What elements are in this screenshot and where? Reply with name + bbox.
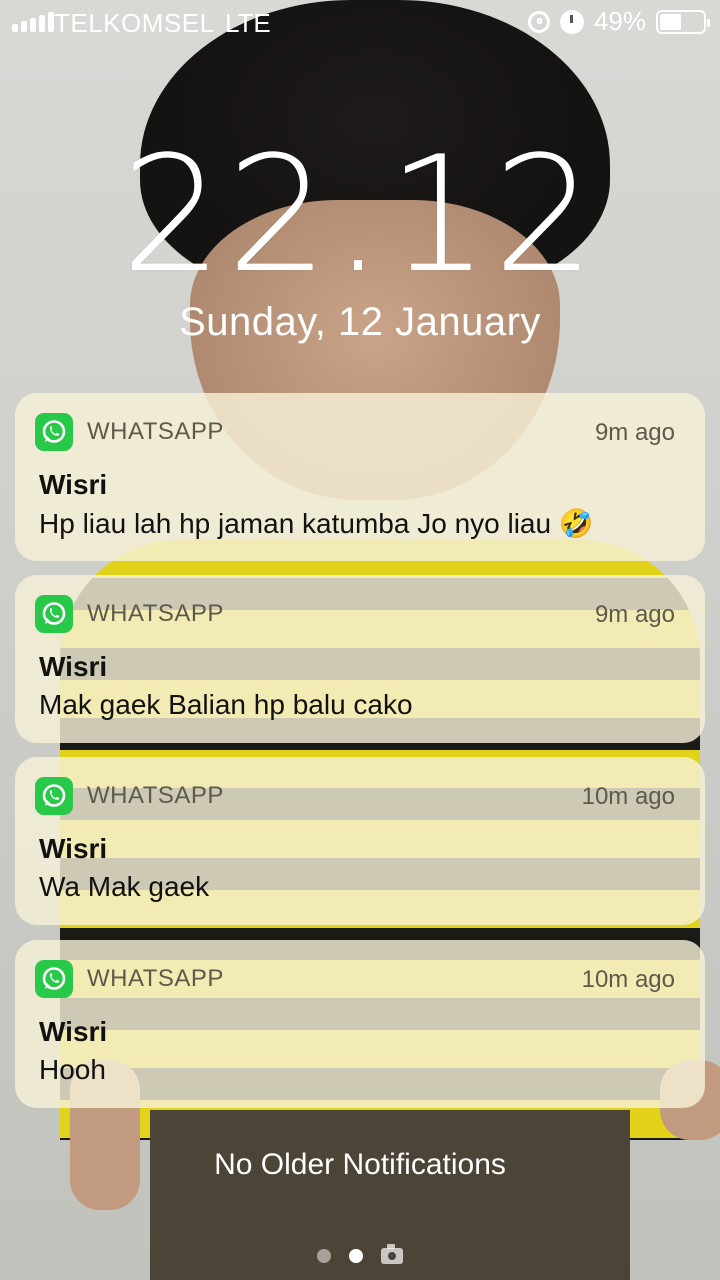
notification-header: WHATSAPP (35, 777, 224, 815)
notification-card[interactable]: WHATSAPP 10m ago Wisri Hooh (15, 940, 705, 1108)
no-older-notifications: No Older Notifications (214, 1148, 506, 1181)
notification-sender: Wisri (39, 833, 108, 864)
notification-header: WHATSAPP (35, 413, 224, 451)
battery-icon (656, 9, 710, 34)
notification-time: 10m ago (581, 783, 675, 810)
notification-message: Hp liau lah hp jaman katumba Jo nyo liau… (39, 508, 594, 539)
notification-sender: Wisri (39, 651, 108, 682)
notification-time: 9m ago (594, 419, 675, 446)
lock-time: 22.12 (120, 121, 600, 308)
network-type: LTE (225, 8, 271, 38)
lock-date: Sunday, 12 January (179, 300, 541, 344)
alarm-icon (559, 9, 584, 34)
whatsapp-icon (35, 413, 73, 451)
notification-sender: Wisri (39, 1016, 108, 1047)
signal-icon (12, 12, 54, 32)
notification-app-name: WHATSAPP (87, 418, 224, 445)
camera-icon[interactable] (381, 1244, 403, 1264)
notification-header: WHATSAPP (35, 595, 224, 633)
notification-message: Mak gaek Balian hp balu cako (39, 689, 413, 720)
status-bar: TELKOMSEL LTE 49% (0, 0, 720, 46)
notification-app-name: WHATSAPP (87, 600, 224, 627)
status-right: 49% (527, 6, 710, 37)
notification-time: 9m ago (594, 601, 675, 628)
battery-fill (660, 13, 681, 30)
notification-app-name: WHATSAPP (87, 965, 224, 992)
whatsapp-icon (35, 777, 73, 815)
notification-sender: Wisri (39, 469, 108, 500)
whatsapp-icon (35, 960, 73, 998)
page-dot[interactable] (317, 1249, 331, 1263)
battery-percent: 49% (593, 6, 646, 36)
notification-message: Wa Mak gaek (39, 871, 210, 902)
page-dot-active[interactable] (349, 1249, 363, 1263)
notification-card[interactable]: WHATSAPP 9m ago Wisri Mak gaek Balian hp… (15, 575, 705, 743)
rotation-lock-icon (527, 10, 550, 33)
notification-card[interactable]: WHATSAPP 9m ago Wisri Hp liau lah hp jam… (15, 393, 705, 561)
notification-message: Hooh (39, 1054, 106, 1085)
page-indicator (0, 1244, 720, 1264)
notification-time: 10m ago (581, 966, 675, 993)
notification-header: WHATSAPP (35, 960, 224, 998)
notification-app-name: WHATSAPP (87, 782, 224, 809)
carrier-label: TELKOMSEL (54, 8, 215, 38)
notification-card[interactable]: WHATSAPP 10m ago Wisri Wa Mak gaek (15, 757, 705, 925)
whatsapp-icon (35, 595, 73, 633)
